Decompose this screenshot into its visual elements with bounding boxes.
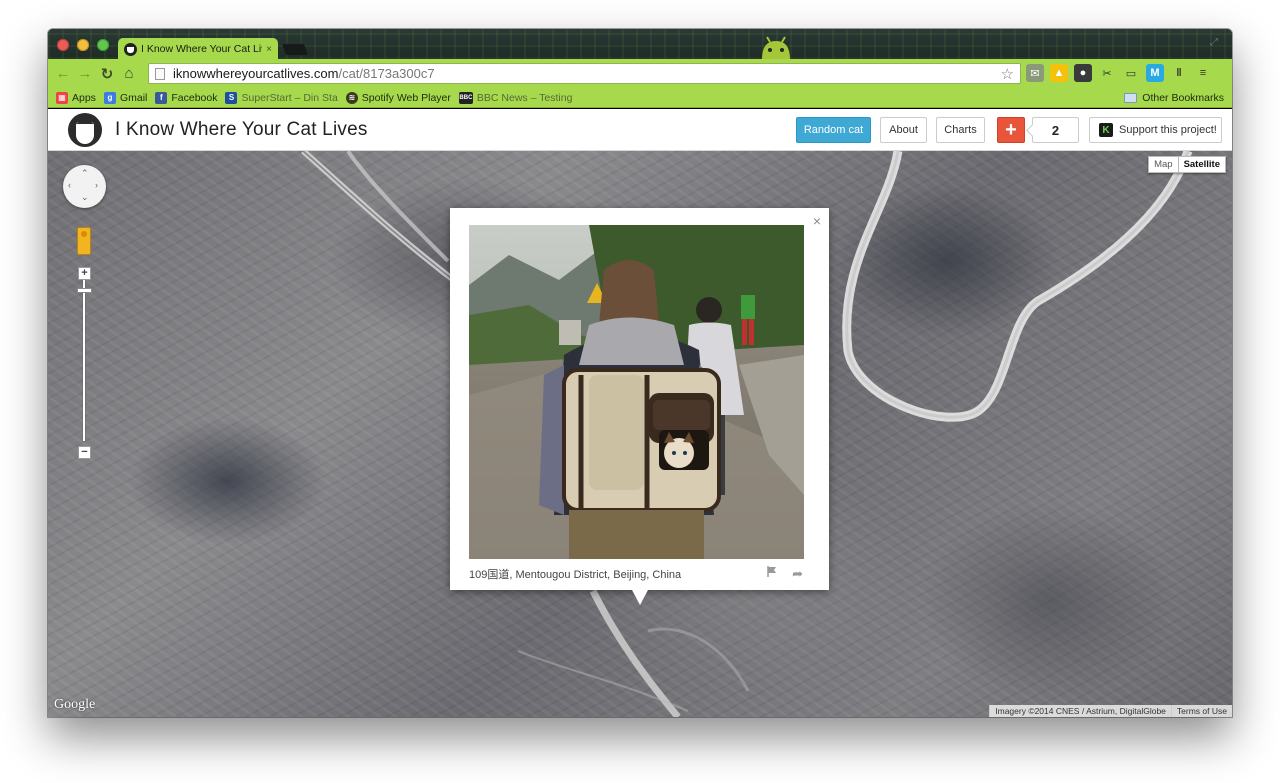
pan-control[interactable]: ⌃ ⌄ ‹ › (63, 165, 106, 208)
zoom-out-button[interactable]: − (78, 446, 91, 459)
google-plus-button[interactable]: + (997, 117, 1025, 143)
close-icon[interactable]: × (813, 213, 821, 229)
facebook-icon: f (155, 91, 168, 104)
superstart-icon: S (225, 91, 238, 104)
site-header: I Know Where Your Cat Lives Random cat A… (48, 109, 1232, 151)
pan-down-icon[interactable]: ⌄ (81, 192, 89, 203)
bookmark-gmail[interactable]: g Gmail (103, 91, 148, 104)
bookmark-label: Spotify Web Player (361, 91, 451, 104)
readability-extension-icon[interactable]: ‖ (1170, 64, 1188, 82)
reload-icon[interactable]: ↻ (96, 63, 118, 85)
browser-window: I Know Where Your Cat Lives × ⤢ ← → ↻ ⌂ … (48, 29, 1232, 717)
minimize-window-button[interactable] (77, 39, 89, 51)
bookmark-apps[interactable]: ▦ Apps (56, 91, 96, 104)
zoom-in-button[interactable]: + (78, 267, 91, 280)
google-logo[interactable]: Google (54, 697, 95, 713)
about-button[interactable]: About (880, 117, 927, 143)
pan-right-icon[interactable]: › (95, 180, 98, 190)
support-label: Support this project! (1119, 124, 1217, 136)
flag-icon[interactable] (767, 566, 777, 577)
tab-strip: I Know Where Your Cat Lives × ⤢ (48, 29, 1232, 60)
tools-extension-icon[interactable]: ✂ (1098, 64, 1116, 82)
new-tab-button[interactable] (281, 44, 309, 55)
terms-of-use-link[interactable]: Terms of Use (1170, 705, 1232, 717)
bookmark-label: BBC News – Testing (476, 91, 573, 104)
cast-icon[interactable]: ▭ (1122, 64, 1140, 82)
cat-photo[interactable] (469, 225, 804, 559)
apps-grid-icon: ▦ (56, 91, 68, 104)
folder-icon (1124, 93, 1138, 103)
home-icon[interactable]: ⌂ (118, 63, 140, 85)
bookmark-spotify[interactable]: ≋ Spotify Web Player (345, 91, 451, 104)
bbc-icon: BBC (458, 91, 473, 104)
support-project-button[interactable]: K Support this project! (1089, 117, 1222, 143)
owl-extension-icon[interactable]: ● (1074, 64, 1092, 82)
mail-icon[interactable]: ✉ (1026, 64, 1044, 82)
android-theme-icon (762, 36, 790, 59)
m-extension-icon[interactable]: M (1146, 64, 1164, 82)
back-arrow-icon[interactable]: ← (52, 63, 74, 85)
bookmark-facebook[interactable]: f Facebook (155, 91, 218, 104)
browser-tab[interactable]: I Know Where Your Cat Lives × (118, 38, 278, 60)
google-icon: g (103, 91, 116, 104)
url-host: iknowwhereyourcatlives.com (173, 66, 339, 81)
fullscreen-icon[interactable]: ⤢ (1210, 37, 1222, 49)
close-window-button[interactable] (57, 39, 69, 51)
menu-icon[interactable]: ≡ (1194, 64, 1212, 82)
charts-button[interactable]: Charts (936, 117, 985, 143)
satellite-map[interactable]: Map Satellite ⌃ ⌄ ‹ › + − Google Imagery… (48, 151, 1232, 717)
zoom-slider-track[interactable] (83, 273, 85, 441)
pan-up-icon[interactable]: ⌃ (81, 168, 89, 179)
street-view-pegman-icon[interactable] (77, 227, 91, 255)
site-title[interactable]: I Know Where Your Cat Lives (115, 119, 368, 141)
spotify-icon: ≋ (345, 91, 358, 104)
page-icon (155, 67, 165, 80)
bookmark-star-icon[interactable]: ☆ (1001, 65, 1014, 83)
zoom-slider-handle[interactable] (77, 288, 92, 293)
other-bookmarks-label: Other Bookmarks (1142, 92, 1224, 104)
map-type-map-button[interactable]: Map (1148, 156, 1179, 173)
location-caption: 109国道, Mentougou District, Beijing, Chin… (469, 569, 682, 581)
bookmark-label: Facebook (171, 91, 218, 104)
cat-info-window: × 109国道, Mentougou District, Beijing, Ch… (450, 208, 829, 605)
bookmark-label: Gmail (119, 91, 148, 104)
bookmarks-bar: ▦ Apps g Gmail f Facebook S SuperStart –… (48, 88, 1232, 108)
drive-icon[interactable]: ▲ (1050, 64, 1068, 82)
extensions-bar: ✉ ▲ ● ✂ ▭ M ‖ ≡ (1026, 64, 1212, 82)
address-bar[interactable]: iknowwhereyourcatlives.com/cat/8173a300c… (148, 63, 1021, 84)
pan-left-icon[interactable]: ‹ (68, 180, 71, 190)
map-type-control: Map Satellite (1148, 156, 1226, 173)
bookmark-superstart[interactable]: S SuperStart – Din Sta (225, 91, 338, 104)
share-arrow-icon[interactable]: ➦ (792, 566, 803, 582)
kickstarter-icon: K (1099, 123, 1113, 137)
bookmark-bbc[interactable]: BBC BBC News – Testing (458, 91, 573, 104)
bookmark-label: SuperStart – Din Sta (241, 91, 338, 104)
maximize-window-button[interactable] (97, 39, 109, 51)
tab-close-icon[interactable]: × (266, 44, 272, 55)
bookmark-label: Apps (72, 91, 96, 104)
map-attribution: Imagery ©2014 CNES / Astrium, DigitalGlo… (989, 705, 1232, 717)
random-cat-button[interactable]: Random cat (796, 117, 871, 143)
browser-toolbar: ← → ↻ ⌂ iknowwhereyourcatlives.com/cat/8… (48, 59, 1232, 88)
plus-count: 2 (1032, 117, 1079, 143)
map-type-satellite-button[interactable]: Satellite (1178, 156, 1226, 173)
other-bookmarks[interactable]: Other Bookmarks (1124, 92, 1224, 104)
forward-arrow-icon[interactable]: → (74, 63, 96, 85)
tab-title: I Know Where Your Cat Lives (141, 43, 262, 55)
cat-logo-icon[interactable] (68, 113, 102, 147)
cat-favicon-icon (124, 42, 137, 56)
url-path: /cat/8173a300c7 (338, 66, 435, 81)
imagery-credit: Imagery ©2014 CNES / Astrium, DigitalGlo… (989, 705, 1171, 717)
